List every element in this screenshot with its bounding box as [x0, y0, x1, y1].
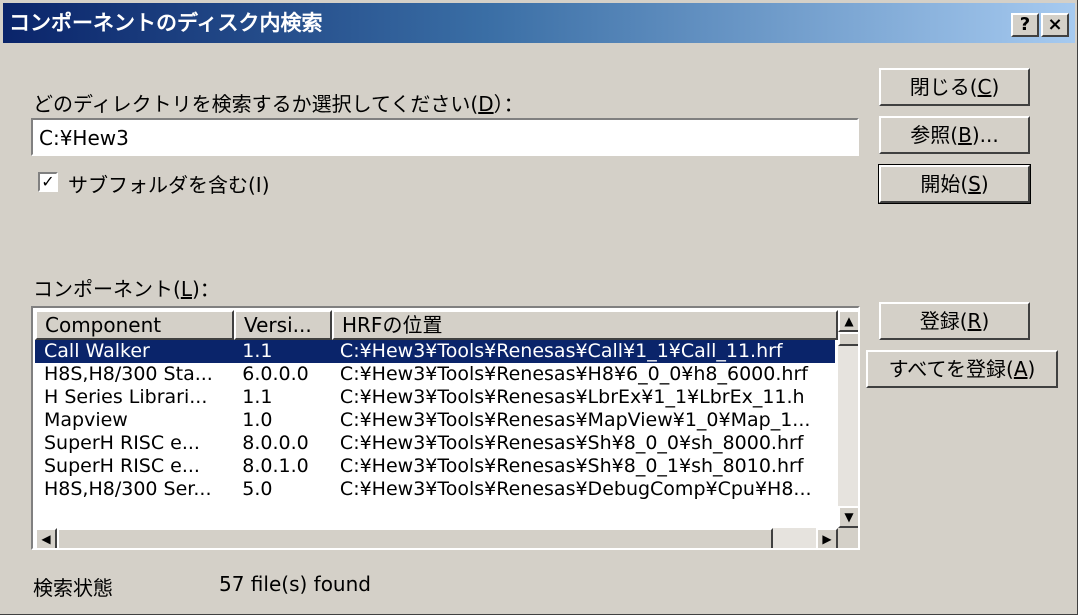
cell-component: H8S,H8/300 Ser... [44, 478, 212, 500]
cell-hrf-location: C:¥Hew3¥Tools¥Renesas¥DebugComp¥Cpu¥H8..… [339, 478, 812, 500]
scroll-up-arrow-icon[interactable]: ▲ [838, 310, 858, 332]
scroll-down-arrow-icon[interactable]: ▼ [838, 506, 858, 528]
register-all-button-label: すべてを登録( [888, 357, 1014, 381]
scroll-left-arrow-icon[interactable]: ◀ [35, 528, 57, 548]
register-button-mnemonic: R [967, 309, 982, 333]
cell-version: 5.0 [242, 478, 273, 500]
cell-hrf-location: C:¥Hew3¥Tools¥Renesas¥Sh¥8_0_1¥sh_8010.h… [339, 455, 804, 477]
cell-hrf-location: C:¥Hew3¥Tools¥Renesas¥Call¥1_1¥Call_11.h… [339, 340, 783, 362]
components-label-mnemonic: L [180, 277, 192, 301]
table-row[interactable]: SuperH RISC e... 8.0.0.0 C:¥Hew3¥Tools¥Ren… [35, 432, 835, 455]
cell-version: 1.1 [242, 386, 273, 408]
cell-component: H Series Librari... [44, 386, 208, 408]
start-button-mnemonic: S [968, 172, 981, 196]
list-header: Component Versi... HRFの位置 [35, 310, 838, 340]
close-button[interactable]: 閉じる(C) [879, 68, 1030, 106]
components-label: コンポーネント(L)： [33, 273, 220, 302]
cell-component: Mapview [44, 409, 128, 431]
close-button-label: 閉じる( [909, 75, 978, 99]
browse-button-label: 参照( [910, 123, 959, 147]
cell-component: SuperH RISC e... [44, 432, 200, 454]
horizontal-scrollbar[interactable]: ◀ ▶ [35, 528, 838, 548]
column-header-hrf-location[interactable]: HRFの位置 [332, 310, 838, 340]
directory-input[interactable]: C:¥Hew3 [31, 118, 859, 156]
dialog-title: コンポーネントのディスク内検索 [9, 11, 323, 35]
vertical-scroll-thumb[interactable] [838, 332, 858, 346]
search-status-value: 57 file(s) found [219, 572, 371, 596]
directory-label-suffix: ）： [493, 92, 524, 116]
scrollbar-corner [838, 528, 858, 548]
cell-version: 8.0.0.0 [242, 432, 309, 454]
directory-input-value: C:¥Hew3 [39, 126, 129, 150]
horizontal-scroll-thumb[interactable] [57, 528, 773, 548]
close-button-suffix: ) [991, 75, 1000, 99]
column-header-version[interactable]: Versi... [234, 310, 332, 340]
register-all-button-suffix: ) [1027, 357, 1036, 381]
table-row[interactable]: H8S,H8/300 Ser... 5.0 C:¥Hew3¥Tools¥Renesa… [35, 478, 835, 501]
table-row[interactable]: H8S,H8/300 Sta... 6.0.0.0 C:¥Hew3¥Tools¥Re… [35, 363, 835, 386]
components-label-text: コンポーネント( [33, 277, 181, 301]
start-button-suffix: ) [980, 172, 989, 196]
vertical-scrollbar[interactable]: ▲ ▼ [838, 310, 858, 528]
close-button-mnemonic: C [977, 75, 992, 99]
title-bar[interactable]: コンポーネントのディスク内検索 ? × [3, 3, 1075, 43]
column-header-component[interactable]: Component [35, 310, 234, 340]
directory-label: どのディレクトリを検索するか選択してください(D）： [33, 88, 524, 117]
start-button[interactable]: 開始(S) [878, 164, 1031, 204]
help-button[interactable]: ? [1011, 13, 1039, 37]
cell-hrf-location: C:¥Hew3¥Tools¥Renesas¥Sh¥8_0_0¥sh_8000.h… [339, 432, 804, 454]
close-window-button[interactable]: × [1041, 13, 1069, 37]
browse-button-mnemonic: B [958, 123, 972, 147]
cell-hrf-location: C:¥Hew3¥Tools¥Renesas¥H8¥6_0_0¥h8_6000.h… [339, 363, 808, 385]
register-all-button[interactable]: すべてを登録(A) [866, 350, 1058, 388]
register-button-suffix: ) [981, 309, 990, 333]
cell-component: Call Walker [44, 340, 150, 362]
components-label-suffix: )： [191, 277, 220, 301]
cell-component: SuperH RISC e... [44, 455, 200, 477]
include-subfolders-label[interactable]: サブフォルダを含む(I) [68, 169, 270, 198]
components-list[interactable]: Component Versi... HRFの位置 Call Walker 1.1… [31, 306, 860, 550]
start-button-label: 開始( [920, 172, 969, 196]
search-status-label: 検索状態 [33, 576, 113, 600]
list-rows: Call Walker 1.1 C:¥Hew3¥Tools¥Renesas¥Call… [35, 340, 835, 501]
browse-button[interactable]: 参照(B)... [879, 116, 1030, 154]
register-button[interactable]: 登録(R) [879, 302, 1030, 340]
directory-label-mnemonic: D [478, 92, 494, 116]
cell-component: H8S,H8/300 Sta... [44, 363, 213, 385]
browse-button-suffix: )... [971, 123, 999, 147]
register-button-label: 登録( [919, 309, 968, 333]
cell-version: 1.0 [242, 409, 273, 431]
find-components-dialog: コンポーネントのディスク内検索 ? × どのディレクトリを検索するか選択してくだ… [0, 0, 1078, 615]
table-row[interactable]: H Series Librari... 1.1 C:¥Hew3¥Tools¥Rene… [35, 386, 835, 409]
table-row[interactable]: SuperH RISC e... 8.0.1.0 C:¥Hew3¥Tools¥Ren… [35, 455, 835, 478]
cell-version: 6.0.0.0 [242, 363, 309, 385]
register-all-button-mnemonic: A [1013, 357, 1028, 381]
cell-hrf-location: C:¥Hew3¥Tools¥Renesas¥LbrEx¥1_1¥LbrEx_11… [339, 386, 805, 408]
table-row[interactable]: Mapview 1.0 C:¥Hew3¥Tools¥Renesas¥MapView¥… [35, 409, 835, 432]
cell-version: 8.0.1.0 [242, 455, 309, 477]
directory-label-text: どのディレクトリを検索するか選択してください( [33, 92, 479, 116]
table-row[interactable]: Call Walker 1.1 C:¥Hew3¥Tools¥Renesas¥Call… [35, 340, 835, 363]
scroll-right-arrow-icon[interactable]: ▶ [816, 528, 838, 548]
cell-hrf-location: C:¥Hew3¥Tools¥Renesas¥MapView¥1_0¥Map_1.… [339, 409, 811, 431]
cell-version: 1.1 [242, 340, 273, 362]
include-subfolders-checkbox[interactable]: ✓ [38, 172, 58, 192]
